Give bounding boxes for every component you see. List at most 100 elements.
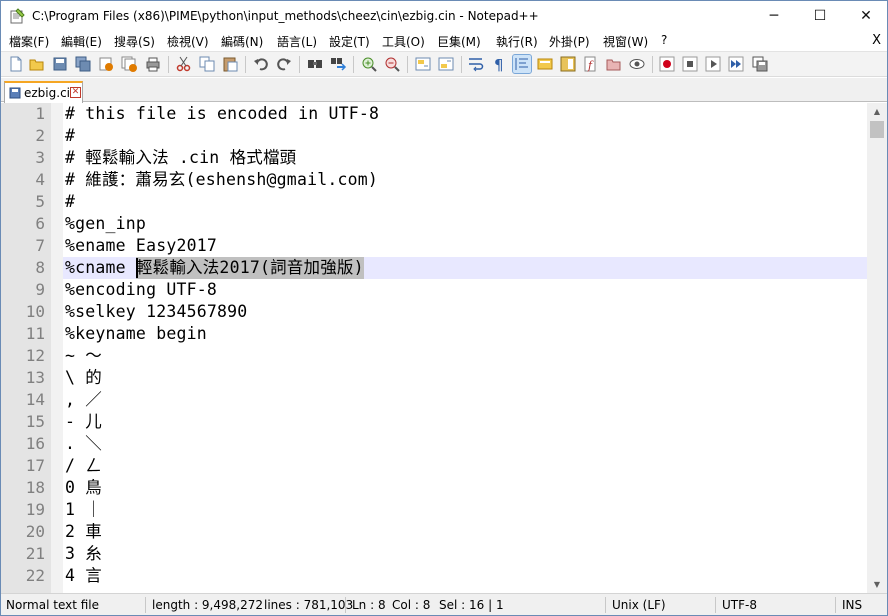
- show-all-chars-icon[interactable]: ¶: [490, 55, 508, 73]
- close-all-icon[interactable]: [120, 55, 138, 73]
- menu-file[interactable]: 檔案(F): [9, 33, 49, 50]
- close-document-button[interactable]: X: [872, 33, 881, 48]
- menu-run[interactable]: 執行(R): [496, 33, 538, 50]
- monitoring-icon[interactable]: [628, 55, 646, 73]
- code-line-text: %gen_inp: [65, 214, 147, 233]
- code-line[interactable]: #: [63, 191, 867, 213]
- line-number: 13: [25, 368, 45, 387]
- new-file-icon[interactable]: [7, 55, 25, 73]
- line-number: 22: [25, 566, 45, 585]
- title-bar[interactable]: C:\Program Files (x86)\PIME\python\input…: [1, 1, 887, 31]
- code-line[interactable]: 4 言: [63, 565, 867, 587]
- tab-ezbig[interactable]: ezbig.cin ✕: [4, 81, 83, 103]
- indent-guide-icon[interactable]: [512, 54, 532, 74]
- open-file-icon[interactable]: [28, 55, 46, 73]
- code-line[interactable]: ~ ～: [63, 345, 867, 367]
- folder-workspace-icon[interactable]: [605, 55, 623, 73]
- toolbar-separator: [407, 56, 408, 73]
- function-list-icon[interactable]: f: [582, 55, 600, 73]
- doc-map-icon[interactable]: [559, 55, 577, 73]
- play-macro-icon[interactable]: [704, 55, 722, 73]
- code-line[interactable]: 1 ｜: [63, 499, 867, 521]
- paste-icon[interactable]: [221, 55, 239, 73]
- code-line-text: #: [65, 126, 76, 145]
- find-icon[interactable]: [306, 55, 324, 73]
- code-line-text: %selkey 1234567890: [65, 302, 248, 321]
- text-area[interactable]: # this file is encoded in UTF-8 # # 輕鬆輸入法 …: [63, 103, 867, 593]
- code-line[interactable]: %encoding UTF-8: [63, 279, 867, 301]
- code-line-text: 3 糸: [65, 544, 102, 563]
- status-divider: [345, 597, 346, 613]
- scrollbar-thumb[interactable]: [870, 121, 884, 138]
- redo-icon[interactable]: [275, 55, 293, 73]
- menu-window[interactable]: 視窗(W): [603, 33, 648, 50]
- undo-icon[interactable]: [252, 55, 270, 73]
- status-encoding[interactable]: UTF-8: [722, 594, 757, 616]
- menu-tools[interactable]: 工具(O): [382, 33, 425, 50]
- menu-encoding[interactable]: 編碼(N): [221, 33, 263, 50]
- code-line[interactable]: #: [63, 125, 867, 147]
- close-icon[interactable]: [97, 55, 115, 73]
- code-line[interactable]: %ename Easy2017: [63, 235, 867, 257]
- menu-search[interactable]: 搜尋(S): [114, 33, 155, 50]
- line-number: 5: [35, 192, 45, 211]
- cut-icon[interactable]: [175, 55, 193, 73]
- code-line[interactable]: 3 糸: [63, 543, 867, 565]
- code-line[interactable]: 0 鳥: [63, 477, 867, 499]
- status-eol[interactable]: Unix (LF): [612, 594, 666, 616]
- code-line[interactable]: , ／: [63, 389, 867, 411]
- code-line[interactable]: - 儿: [63, 411, 867, 433]
- code-line[interactable]: %cname 輕鬆輸入法2017(詞音加強版): [63, 257, 867, 279]
- code-line[interactable]: # 輕鬆輸入法 .cin 格式檔頭: [63, 147, 867, 169]
- scroll-down-button[interactable]: ▼: [867, 576, 887, 593]
- code-line[interactable]: / ㄥ: [63, 455, 867, 477]
- toolbar-separator: [652, 56, 653, 73]
- code-line[interactable]: . ＼: [63, 433, 867, 455]
- stop-macro-icon[interactable]: [681, 55, 699, 73]
- editor-area[interactable]: 1 2 3 4 5 6 7 8 9 10 11 12 13 14 15 16 17 18 19 20 21 22 # th…: [1, 103, 887, 593]
- maximize-button[interactable]: ☐: [797, 1, 843, 31]
- code-line-text: 4 言: [65, 566, 102, 585]
- line-number: 21: [25, 544, 45, 563]
- code-line-text: . ＼: [65, 434, 102, 453]
- menu-help[interactable]: ?: [661, 33, 667, 47]
- menu-edit[interactable]: 編輯(E): [61, 33, 102, 50]
- line-number: 15: [25, 412, 45, 431]
- user-language-icon[interactable]: [536, 55, 554, 73]
- menu-settings[interactable]: 設定(T): [329, 33, 370, 50]
- code-line[interactable]: 2 車: [63, 521, 867, 543]
- code-line[interactable]: %selkey 1234567890: [63, 301, 867, 323]
- replace-icon[interactable]: [329, 55, 347, 73]
- run-macro-multiple-icon[interactable]: [727, 55, 745, 73]
- menu-view[interactable]: 檢視(V): [167, 33, 209, 50]
- menu-macro[interactable]: 巨集(M): [437, 33, 481, 50]
- save-macro-icon[interactable]: [751, 55, 769, 73]
- code-line[interactable]: \ 的: [63, 367, 867, 389]
- close-window-button[interactable]: ✕: [843, 1, 888, 31]
- vertical-scrollbar[interactable]: ▲ ▼: [867, 103, 887, 593]
- menu-language[interactable]: 語言(L): [277, 33, 317, 50]
- sync-vertical-icon[interactable]: [414, 55, 432, 73]
- code-line-text: %keyname begin: [65, 324, 207, 343]
- copy-icon[interactable]: [198, 55, 216, 73]
- minimize-button[interactable]: ─: [751, 1, 797, 31]
- sync-horizontal-icon[interactable]: [437, 55, 455, 73]
- print-icon[interactable]: [144, 55, 162, 73]
- code-line[interactable]: # this file is encoded in UTF-8: [63, 103, 867, 125]
- menu-plugins[interactable]: 外掛(P): [549, 33, 590, 50]
- scroll-up-button[interactable]: ▲: [867, 103, 887, 120]
- record-macro-icon[interactable]: [658, 55, 676, 73]
- code-line[interactable]: %keyname begin: [63, 323, 867, 345]
- tab-close-button[interactable]: ✕: [70, 87, 81, 98]
- save-all-icon[interactable]: [74, 55, 92, 73]
- line-number: 1: [35, 104, 45, 123]
- zoom-in-icon[interactable]: [360, 55, 378, 73]
- code-line[interactable]: # 維護：蕭易玄(eshensh@gmail.com): [63, 169, 867, 191]
- code-line[interactable]: %gen_inp: [63, 213, 867, 235]
- toolbar-separator: [353, 56, 354, 73]
- code-line-text: , ／: [65, 390, 102, 409]
- save-icon[interactable]: [51, 55, 69, 73]
- zoom-out-icon[interactable]: [383, 55, 401, 73]
- code-line-text: %cname 輕鬆輸入法2017(詞音加強版): [65, 258, 364, 277]
- word-wrap-icon[interactable]: [467, 55, 485, 73]
